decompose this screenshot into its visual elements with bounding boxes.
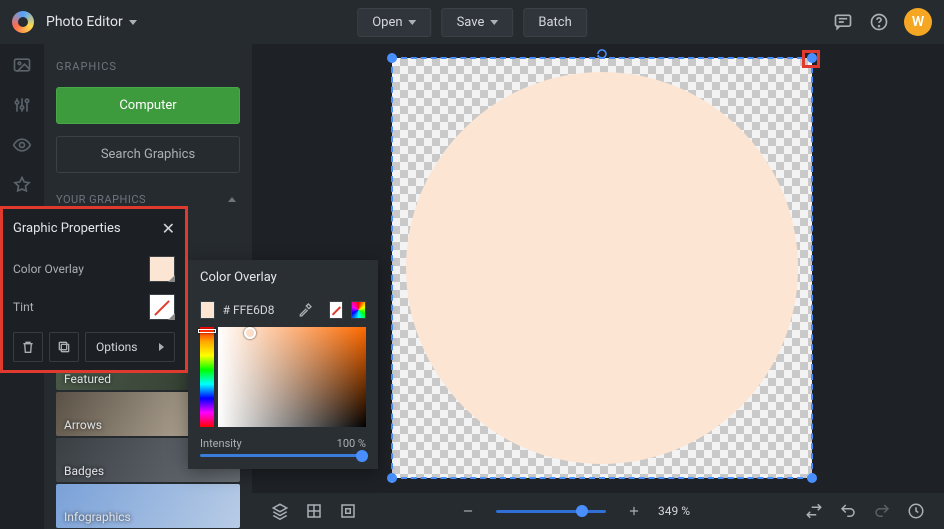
tint-swatch[interactable] bbox=[149, 294, 175, 320]
history-icon[interactable] bbox=[906, 501, 926, 521]
feedback-icon[interactable] bbox=[832, 11, 854, 33]
panel-header: Graphic Properties ✕ bbox=[13, 219, 175, 238]
top-right-controls: W bbox=[832, 8, 932, 36]
zoom-value[interactable]: 349 % bbox=[658, 504, 704, 518]
resize-handle-tl[interactable] bbox=[387, 53, 397, 63]
batch-button[interactable]: Batch bbox=[523, 8, 586, 37]
section-header: GRAPHICS bbox=[56, 60, 240, 73]
options-label: Options bbox=[96, 340, 138, 354]
current-color-swatch[interactable] bbox=[200, 301, 215, 319]
no-color-swatch[interactable] bbox=[329, 301, 344, 319]
eyedropper-icon[interactable] bbox=[297, 302, 313, 318]
thumb-label: Infographics bbox=[64, 510, 131, 524]
app-title: Photo Editor bbox=[46, 14, 123, 30]
save-button[interactable]: Save bbox=[442, 8, 514, 37]
chevron-down-icon bbox=[490, 20, 498, 25]
intensity-value: 100 % bbox=[337, 437, 366, 450]
open-button[interactable]: Open bbox=[357, 8, 431, 37]
star-tool-icon[interactable] bbox=[11, 174, 33, 196]
grid-icon[interactable] bbox=[304, 501, 324, 521]
options-button[interactable]: Options bbox=[85, 332, 175, 362]
delete-button[interactable] bbox=[13, 332, 43, 362]
zoom-out-icon[interactable] bbox=[458, 501, 478, 521]
zoom-slider[interactable] bbox=[496, 510, 606, 513]
color-overlay-panel: Color Overlay Intensity 100 % bbox=[188, 260, 378, 469]
visibility-tool-icon[interactable] bbox=[11, 134, 33, 156]
zoom-in-icon[interactable] bbox=[624, 501, 644, 521]
color-overlay-swatch[interactable] bbox=[149, 256, 175, 282]
redo-icon[interactable] bbox=[872, 501, 892, 521]
layers-icon[interactable] bbox=[270, 501, 290, 521]
intensity-row: Intensity 100 % bbox=[200, 437, 366, 450]
canvas-object[interactable] bbox=[392, 58, 812, 478]
panel-title: Graphic Properties bbox=[13, 221, 121, 236]
color-overlay-row: Color Overlay bbox=[13, 256, 175, 282]
chevron-right-icon bbox=[159, 343, 164, 351]
adjust-tool-icon[interactable] bbox=[11, 94, 33, 116]
bottom-bar: 349 % bbox=[252, 493, 944, 529]
search-graphics-button[interactable]: Search Graphics bbox=[56, 136, 240, 173]
sub-section-label: YOUR GRAPHICS bbox=[56, 193, 146, 206]
color-panel-title: Color Overlay bbox=[200, 270, 366, 285]
intensity-thumb[interactable] bbox=[356, 450, 368, 462]
computer-button[interactable]: Computer bbox=[56, 87, 240, 124]
thumb-label: Featured bbox=[64, 372, 111, 386]
compare-icon[interactable] bbox=[804, 501, 824, 521]
list-item[interactable]: Infographics bbox=[56, 484, 240, 528]
resize-handle-bl[interactable] bbox=[387, 473, 397, 483]
chevron-down-icon bbox=[409, 20, 417, 25]
resize-handle-br[interactable] bbox=[807, 473, 817, 483]
zoom-thumb[interactable] bbox=[576, 505, 588, 517]
chevron-down-icon bbox=[129, 20, 137, 25]
hex-input[interactable] bbox=[223, 303, 289, 317]
avatar[interactable]: W bbox=[904, 8, 932, 36]
chevron-up-icon bbox=[228, 197, 236, 202]
save-label: Save bbox=[457, 15, 485, 30]
rotate-handle[interactable] bbox=[596, 48, 608, 60]
app-switcher[interactable]: Photo Editor bbox=[46, 14, 137, 30]
color-overlay-label: Color Overlay bbox=[13, 262, 84, 276]
undo-icon[interactable] bbox=[838, 501, 858, 521]
close-icon[interactable]: ✕ bbox=[162, 219, 175, 238]
image-tool-icon[interactable] bbox=[11, 54, 33, 76]
open-label: Open bbox=[372, 15, 402, 30]
tint-row: Tint bbox=[13, 294, 175, 320]
fit-icon[interactable] bbox=[338, 501, 358, 521]
intensity-slider[interactable] bbox=[200, 454, 366, 457]
panel-actions: Options bbox=[13, 332, 175, 362]
intensity-label: Intensity bbox=[200, 437, 242, 450]
hue-slider[interactable] bbox=[200, 327, 214, 427]
color-hex-row bbox=[200, 301, 366, 319]
help-icon[interactable] bbox=[868, 11, 890, 33]
hue-thumb[interactable] bbox=[198, 329, 216, 333]
batch-label: Batch bbox=[538, 15, 571, 30]
app-logo[interactable] bbox=[12, 11, 34, 33]
thumb-label: Badges bbox=[64, 464, 104, 478]
saturation-value-box[interactable] bbox=[218, 327, 366, 427]
color-picker bbox=[200, 327, 366, 427]
avatar-initial: W bbox=[912, 14, 924, 30]
duplicate-button[interactable] bbox=[49, 332, 79, 362]
top-center-buttons: Open Save Batch bbox=[357, 8, 587, 37]
selection-border bbox=[391, 57, 813, 479]
highlight-marker bbox=[802, 50, 820, 68]
top-bar: Photo Editor Open Save Batch W bbox=[0, 0, 944, 44]
your-graphics-header[interactable]: YOUR GRAPHICS bbox=[56, 193, 240, 206]
rainbow-swatch[interactable] bbox=[351, 301, 366, 319]
tint-label: Tint bbox=[13, 300, 34, 314]
thumb-label: Arrows bbox=[64, 418, 102, 432]
sv-thumb[interactable] bbox=[244, 327, 256, 339]
graphic-properties-panel: Graphic Properties ✕ Color Overlay Tint … bbox=[0, 206, 188, 373]
